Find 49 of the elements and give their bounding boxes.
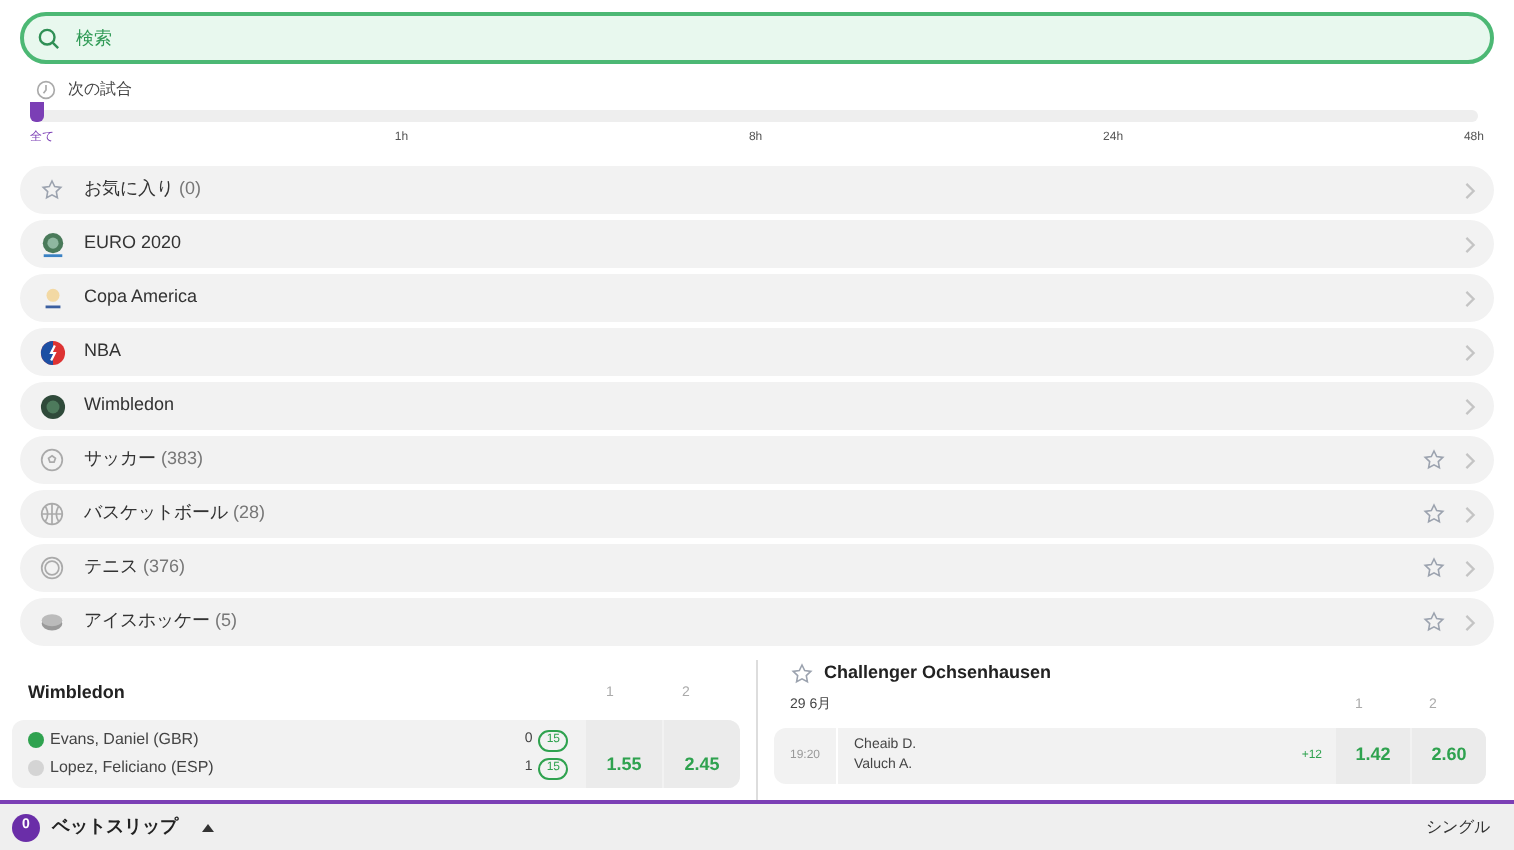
- category-label: お気に入り (0): [84, 176, 204, 203]
- category-label: アイスホッケー (5): [84, 608, 240, 635]
- category-row[interactable]: Wimbledon: [20, 382, 1494, 430]
- clock-icon: [36, 80, 56, 100]
- chevron-right-icon: [1464, 451, 1476, 469]
- chevron-right-icon: [1464, 613, 1476, 631]
- category-row[interactable]: EURO 2020: [20, 220, 1494, 268]
- chevron-right-icon: [1464, 559, 1476, 577]
- category-label: Wimbledon: [84, 392, 177, 419]
- player-name: Evans, Daniel (GBR): [50, 728, 201, 752]
- category-row[interactable]: NBA: [20, 328, 1494, 376]
- bet-slip-label: ベットスリップ: [52, 813, 178, 840]
- star-icon: [790, 662, 814, 686]
- chevron-right-icon: [1464, 181, 1476, 199]
- bet-mode[interactable]: シングル: [1426, 815, 1490, 839]
- category-row[interactable]: お気に入り (0): [20, 166, 1494, 214]
- chevron-right-icon: [1464, 343, 1476, 361]
- tennis-ball-icon: [40, 556, 64, 580]
- search-field[interactable]: 検索: [20, 12, 1494, 64]
- event-title: Wimbledon: [28, 680, 127, 707]
- star-icon: [40, 178, 64, 202]
- puck-icon: [40, 610, 64, 634]
- search-icon: [38, 28, 60, 50]
- star-icon: [1422, 556, 1446, 580]
- chevron-right-icon: [1464, 397, 1476, 415]
- star-icon: [1422, 502, 1446, 526]
- chevron-right-icon: [1464, 289, 1476, 307]
- category-label: サッカー (383): [84, 446, 206, 473]
- category-row[interactable]: バスケットボール (28): [20, 490, 1494, 538]
- category-label: NBA: [84, 338, 124, 365]
- basketball-icon: [40, 502, 64, 526]
- star-icon: [1422, 610, 1446, 634]
- category-label: EURO 2020: [84, 230, 184, 257]
- chevron-right-icon: [1464, 235, 1476, 253]
- star-icon: [1422, 448, 1446, 472]
- player-name: Lopez, Feliciano (ESP): [50, 756, 216, 780]
- category-label: バスケットボール (28): [84, 500, 268, 527]
- category-row[interactable]: テニス (376): [20, 544, 1494, 592]
- slider-thumb[interactable]: [30, 102, 44, 122]
- event-title: Challenger Ochsenhausen: [824, 660, 1052, 687]
- category-row[interactable]: Copa America: [20, 274, 1494, 322]
- category-label: Copa America: [84, 284, 200, 311]
- category-label: テニス (376): [84, 554, 188, 581]
- soccer-ball-icon: [40, 448, 64, 472]
- category-row[interactable]: アイスホッケー (5): [20, 598, 1494, 646]
- caret-up-icon: [202, 823, 214, 831]
- category-row[interactable]: サッカー (383): [20, 436, 1494, 484]
- chevron-right-icon: [1464, 505, 1476, 523]
- next-matches-label: 次の試合: [68, 78, 132, 102]
